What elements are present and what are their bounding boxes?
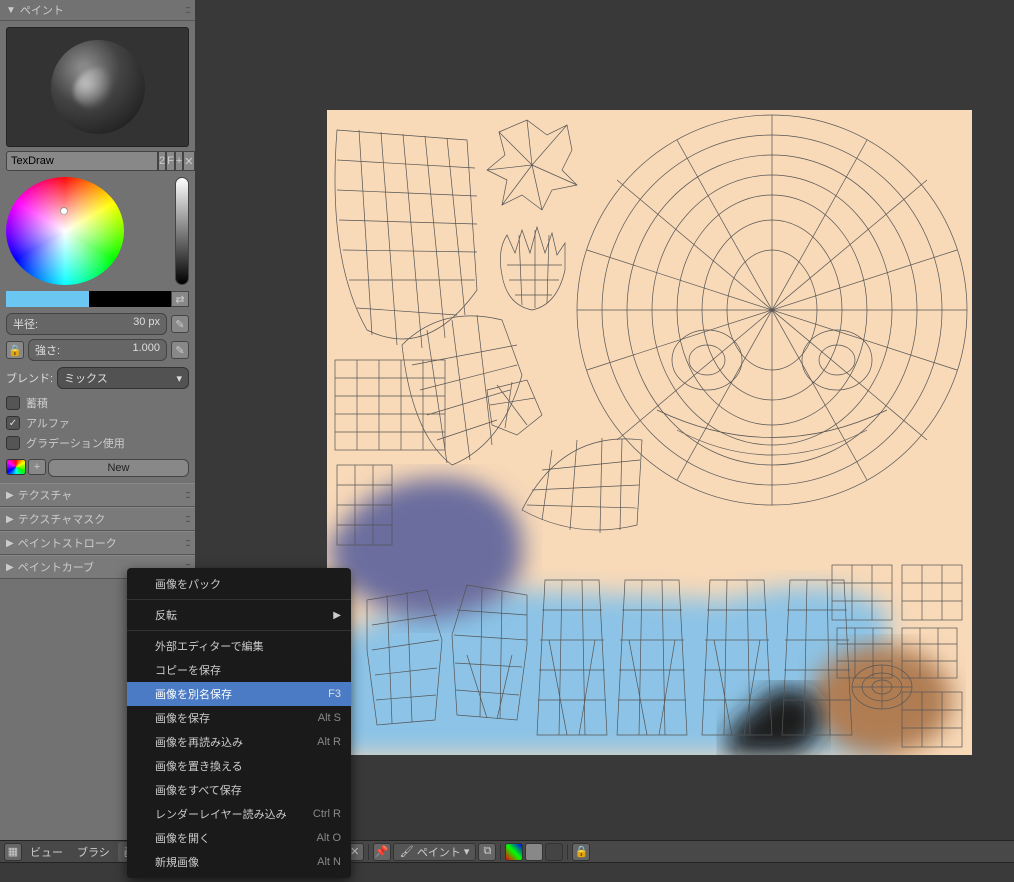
gradient-checkbox[interactable]: グラデーション使用 bbox=[6, 433, 189, 453]
menu-invert[interactable]: 反転▶ bbox=[127, 603, 351, 627]
display-channel-alpha-button[interactable] bbox=[525, 843, 543, 861]
updown-icon: ▾ bbox=[176, 372, 182, 385]
swap-colors-button[interactable]: ⇄ bbox=[171, 291, 189, 307]
menu-edit-externally[interactable]: 外部エディターで編集 bbox=[127, 634, 351, 658]
palette-new-button[interactable]: New bbox=[48, 459, 189, 477]
brush-preview[interactable] bbox=[6, 27, 189, 147]
paint-panel-header[interactable]: ▼ ペイント :::: bbox=[0, 0, 195, 21]
menu-save-copy[interactable]: コピーを保存 bbox=[127, 658, 351, 682]
radius-field[interactable]: 半径: 30 px bbox=[6, 313, 167, 335]
primary-color-swatch[interactable] bbox=[6, 291, 89, 307]
texture-panel-header[interactable]: ▶テクスチャ:::: bbox=[0, 483, 195, 507]
menu-save-as[interactable]: 画像を別名保存F3 bbox=[127, 682, 351, 706]
palette-add-button[interactable]: + bbox=[28, 459, 46, 475]
uv-wireframe bbox=[327, 110, 972, 755]
submenu-arrow-icon: ▶ bbox=[333, 610, 341, 621]
sync-icon: ⧉ bbox=[483, 845, 491, 858]
image-editor-icon: ▦ bbox=[8, 845, 18, 858]
accumulate-checkbox[interactable]: 蓄積 bbox=[6, 393, 189, 413]
remove-brush-button[interactable]: ✕ bbox=[183, 151, 194, 171]
menu-reload[interactable]: 画像を再読み込みAlt R bbox=[127, 730, 351, 754]
paint-stroke-panel-header[interactable]: ▶ペイントストローク:::: bbox=[0, 531, 195, 555]
alpha-checkbox[interactable]: アルファ bbox=[6, 413, 189, 433]
blend-label: ブレンド: bbox=[6, 370, 53, 386]
lock-icon: 🔒 bbox=[575, 845, 589, 858]
menu-open-image[interactable]: 画像を開くAlt O bbox=[127, 826, 351, 850]
paint-panel-body: 2 F + ✕ ⇄ 半径: 30 px ✎ 🔒 強さ: bbox=[0, 21, 195, 483]
menu-new-image[interactable]: 新規画像Alt N bbox=[127, 850, 351, 874]
brush-icon: 🖌 bbox=[400, 845, 414, 858]
pin-icon: 📌 bbox=[375, 845, 389, 858]
color-cursor-icon bbox=[60, 207, 68, 215]
stylus-icon: ✎ bbox=[175, 318, 184, 331]
fake-user-button[interactable]: F bbox=[166, 151, 175, 171]
menu-pack-image[interactable]: 画像をパック bbox=[127, 572, 351, 596]
texture-mask-panel-header[interactable]: ▶テクスチャマスク:::: bbox=[0, 507, 195, 531]
editor-type-button[interactable]: ▦ bbox=[4, 843, 22, 861]
view-menu-button[interactable]: ビュー bbox=[24, 842, 69, 862]
menu-save-all[interactable]: 画像をすべて保存 bbox=[127, 778, 351, 802]
lock-button[interactable]: 🔒 bbox=[572, 843, 590, 861]
strength-lock-button[interactable]: 🔒 bbox=[6, 341, 24, 359]
menu-replace[interactable]: 画像を置き換える bbox=[127, 754, 351, 778]
strength-pressure-button[interactable]: ✎ bbox=[171, 341, 189, 359]
brush-users-button[interactable]: 2 bbox=[158, 151, 166, 171]
paint-panel-title: ペイント bbox=[20, 2, 64, 18]
palette-browse-button[interactable] bbox=[6, 459, 26, 475]
uv-select-sync-button[interactable]: ⧉ bbox=[478, 843, 496, 861]
display-channel-z-button[interactable] bbox=[545, 843, 563, 861]
uv-canvas[interactable] bbox=[327, 110, 972, 755]
brush-name-input[interactable] bbox=[6, 151, 158, 171]
pin-button[interactable]: 📌 bbox=[373, 843, 391, 861]
mode-dropdown[interactable]: 🖌 ペイント ▾ bbox=[393, 843, 477, 861]
lock-icon: 🔒 bbox=[8, 344, 22, 357]
radius-pressure-button[interactable]: ✎ bbox=[171, 315, 189, 333]
disclosure-down-icon: ▼ bbox=[6, 5, 16, 16]
menu-save[interactable]: 画像を保存Alt S bbox=[127, 706, 351, 730]
brush-ball-icon bbox=[51, 40, 145, 134]
brush-menu-button[interactable]: ブラシ bbox=[71, 842, 116, 862]
strength-field[interactable]: 強さ: 1.000 bbox=[28, 339, 167, 361]
add-brush-button[interactable]: + bbox=[175, 151, 183, 171]
secondary-color-swatch[interactable] bbox=[89, 291, 172, 307]
value-slider[interactable] bbox=[175, 177, 189, 285]
color-wheel[interactable] bbox=[6, 177, 124, 285]
menu-read-render-layer[interactable]: レンダーレイヤー読み込みCtrl R bbox=[127, 802, 351, 826]
panel-grip-icon[interactable]: :::: bbox=[185, 4, 189, 16]
image-context-menu: 画像をパック 反転▶ 外部エディターで編集 コピーを保存 画像を別名保存F3 画… bbox=[127, 568, 351, 878]
stylus-icon: ✎ bbox=[175, 344, 184, 357]
display-channel-rgb-button[interactable] bbox=[505, 843, 523, 861]
blend-mode-dropdown[interactable]: ミックス ▾ bbox=[57, 367, 189, 389]
